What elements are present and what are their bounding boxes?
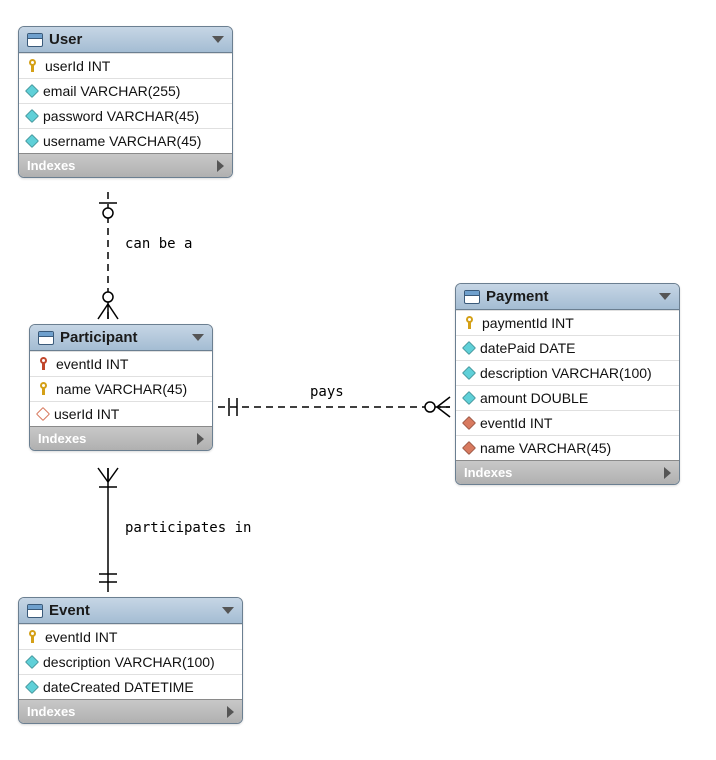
column-icon [25,109,39,123]
column-row[interactable]: name VARCHAR(45) [30,376,212,401]
rel-label-participates-in: participates in [125,520,251,536]
column-icon [462,391,476,405]
column-label: eventId INT [45,629,117,645]
column-label: amount DOUBLE [480,390,588,406]
table-icon [27,604,43,618]
column-icon [462,366,476,380]
entity-participant-title: Participant [60,329,186,346]
column-label: datePaid DATE [480,340,575,356]
table-icon [38,331,54,345]
table-icon [27,33,43,47]
indexes-section[interactable]: Indexes [30,426,212,450]
foreign-key-icon [462,441,476,455]
chevron-down-icon[interactable] [222,607,234,614]
chevron-right-icon [217,160,224,172]
column-label: description VARCHAR(100) [43,654,215,670]
column-row[interactable]: userId INT [19,53,232,78]
column-row[interactable]: eventId INT [19,624,242,649]
entity-payment-title: Payment [486,288,653,305]
er-diagram-canvas: { "entities": { "user": { "title": "User… [0,0,716,760]
entity-event-header[interactable]: Event [19,598,242,624]
rel-participant-payment [218,397,450,417]
chevron-down-icon[interactable] [192,334,204,341]
column-row[interactable]: email VARCHAR(255) [19,78,232,103]
indexes-label: Indexes [464,465,512,480]
chevron-right-icon [664,467,671,479]
column-row[interactable]: name VARCHAR(45) [456,435,679,460]
column-row[interactable]: username VARCHAR(45) [19,128,232,153]
column-label: email VARCHAR(255) [43,83,180,99]
primary-key-icon [38,382,50,396]
rel-label-can-be-a: can be a [125,236,192,252]
chevron-right-icon [227,706,234,718]
entity-event-title: Event [49,602,216,619]
column-label: eventId INT [56,356,128,372]
column-row[interactable]: eventId INT [456,410,679,435]
primary-key-icon [27,630,39,644]
primary-key-icon [27,59,39,73]
entity-participant[interactable]: Participant eventId INT name VARCHAR(45)… [29,324,213,451]
column-label: password VARCHAR(45) [43,108,199,124]
entity-event-columns: eventId INT description VARCHAR(100) dat… [19,624,242,699]
column-row[interactable]: eventId INT [30,351,212,376]
rel-user-participant [98,192,118,319]
chevron-down-icon[interactable] [212,36,224,43]
column-label: name VARCHAR(45) [56,381,187,397]
indexes-section[interactable]: Indexes [456,460,679,484]
column-label: name VARCHAR(45) [480,440,611,456]
column-label: description VARCHAR(100) [480,365,652,381]
indexes-section[interactable]: Indexes [19,699,242,723]
column-row[interactable]: userId INT [30,401,212,426]
column-icon [25,655,39,669]
entity-payment[interactable]: Payment paymentId INT datePaid DATE desc… [455,283,680,485]
column-label: eventId INT [480,415,552,431]
column-icon [25,134,39,148]
column-icon [25,84,39,98]
column-icon [25,680,39,694]
rel-label-pays: pays [310,384,344,400]
column-row[interactable]: password VARCHAR(45) [19,103,232,128]
table-icon [464,290,480,304]
chevron-right-icon [197,433,204,445]
entity-event[interactable]: Event eventId INT description VARCHAR(10… [18,597,243,724]
chevron-down-icon[interactable] [659,293,671,300]
column-label: userId INT [45,58,110,74]
column-row[interactable]: dateCreated DATETIME [19,674,242,699]
column-row[interactable]: amount DOUBLE [456,385,679,410]
entity-participant-header[interactable]: Participant [30,325,212,351]
indexes-label: Indexes [27,704,75,719]
indexes-label: Indexes [27,158,75,173]
rel-participant-event [98,468,118,592]
column-label: paymentId INT [482,315,574,331]
column-row[interactable]: description VARCHAR(100) [456,360,679,385]
foreign-key-nullable-icon [36,407,50,421]
column-row[interactable]: description VARCHAR(100) [19,649,242,674]
entity-payment-columns: paymentId INT datePaid DATE description … [456,310,679,460]
column-label: userId INT [54,406,119,422]
column-icon [462,341,476,355]
column-row[interactable]: paymentId INT [456,310,679,335]
entity-user-header[interactable]: User [19,27,232,53]
foreign-key-icon [462,416,476,430]
entity-participant-columns: eventId INT name VARCHAR(45) userId INT [30,351,212,426]
entity-payment-header[interactable]: Payment [456,284,679,310]
foreign-primary-key-icon [38,357,50,371]
primary-key-icon [464,316,476,330]
indexes-label: Indexes [38,431,86,446]
indexes-section[interactable]: Indexes [19,153,232,177]
entity-user-columns: userId INT email VARCHAR(255) password V… [19,53,232,153]
column-label: username VARCHAR(45) [43,133,201,149]
entity-user[interactable]: User userId INT email VARCHAR(255) passw… [18,26,233,178]
column-row[interactable]: datePaid DATE [456,335,679,360]
entity-user-title: User [49,31,206,48]
column-label: dateCreated DATETIME [43,679,194,695]
